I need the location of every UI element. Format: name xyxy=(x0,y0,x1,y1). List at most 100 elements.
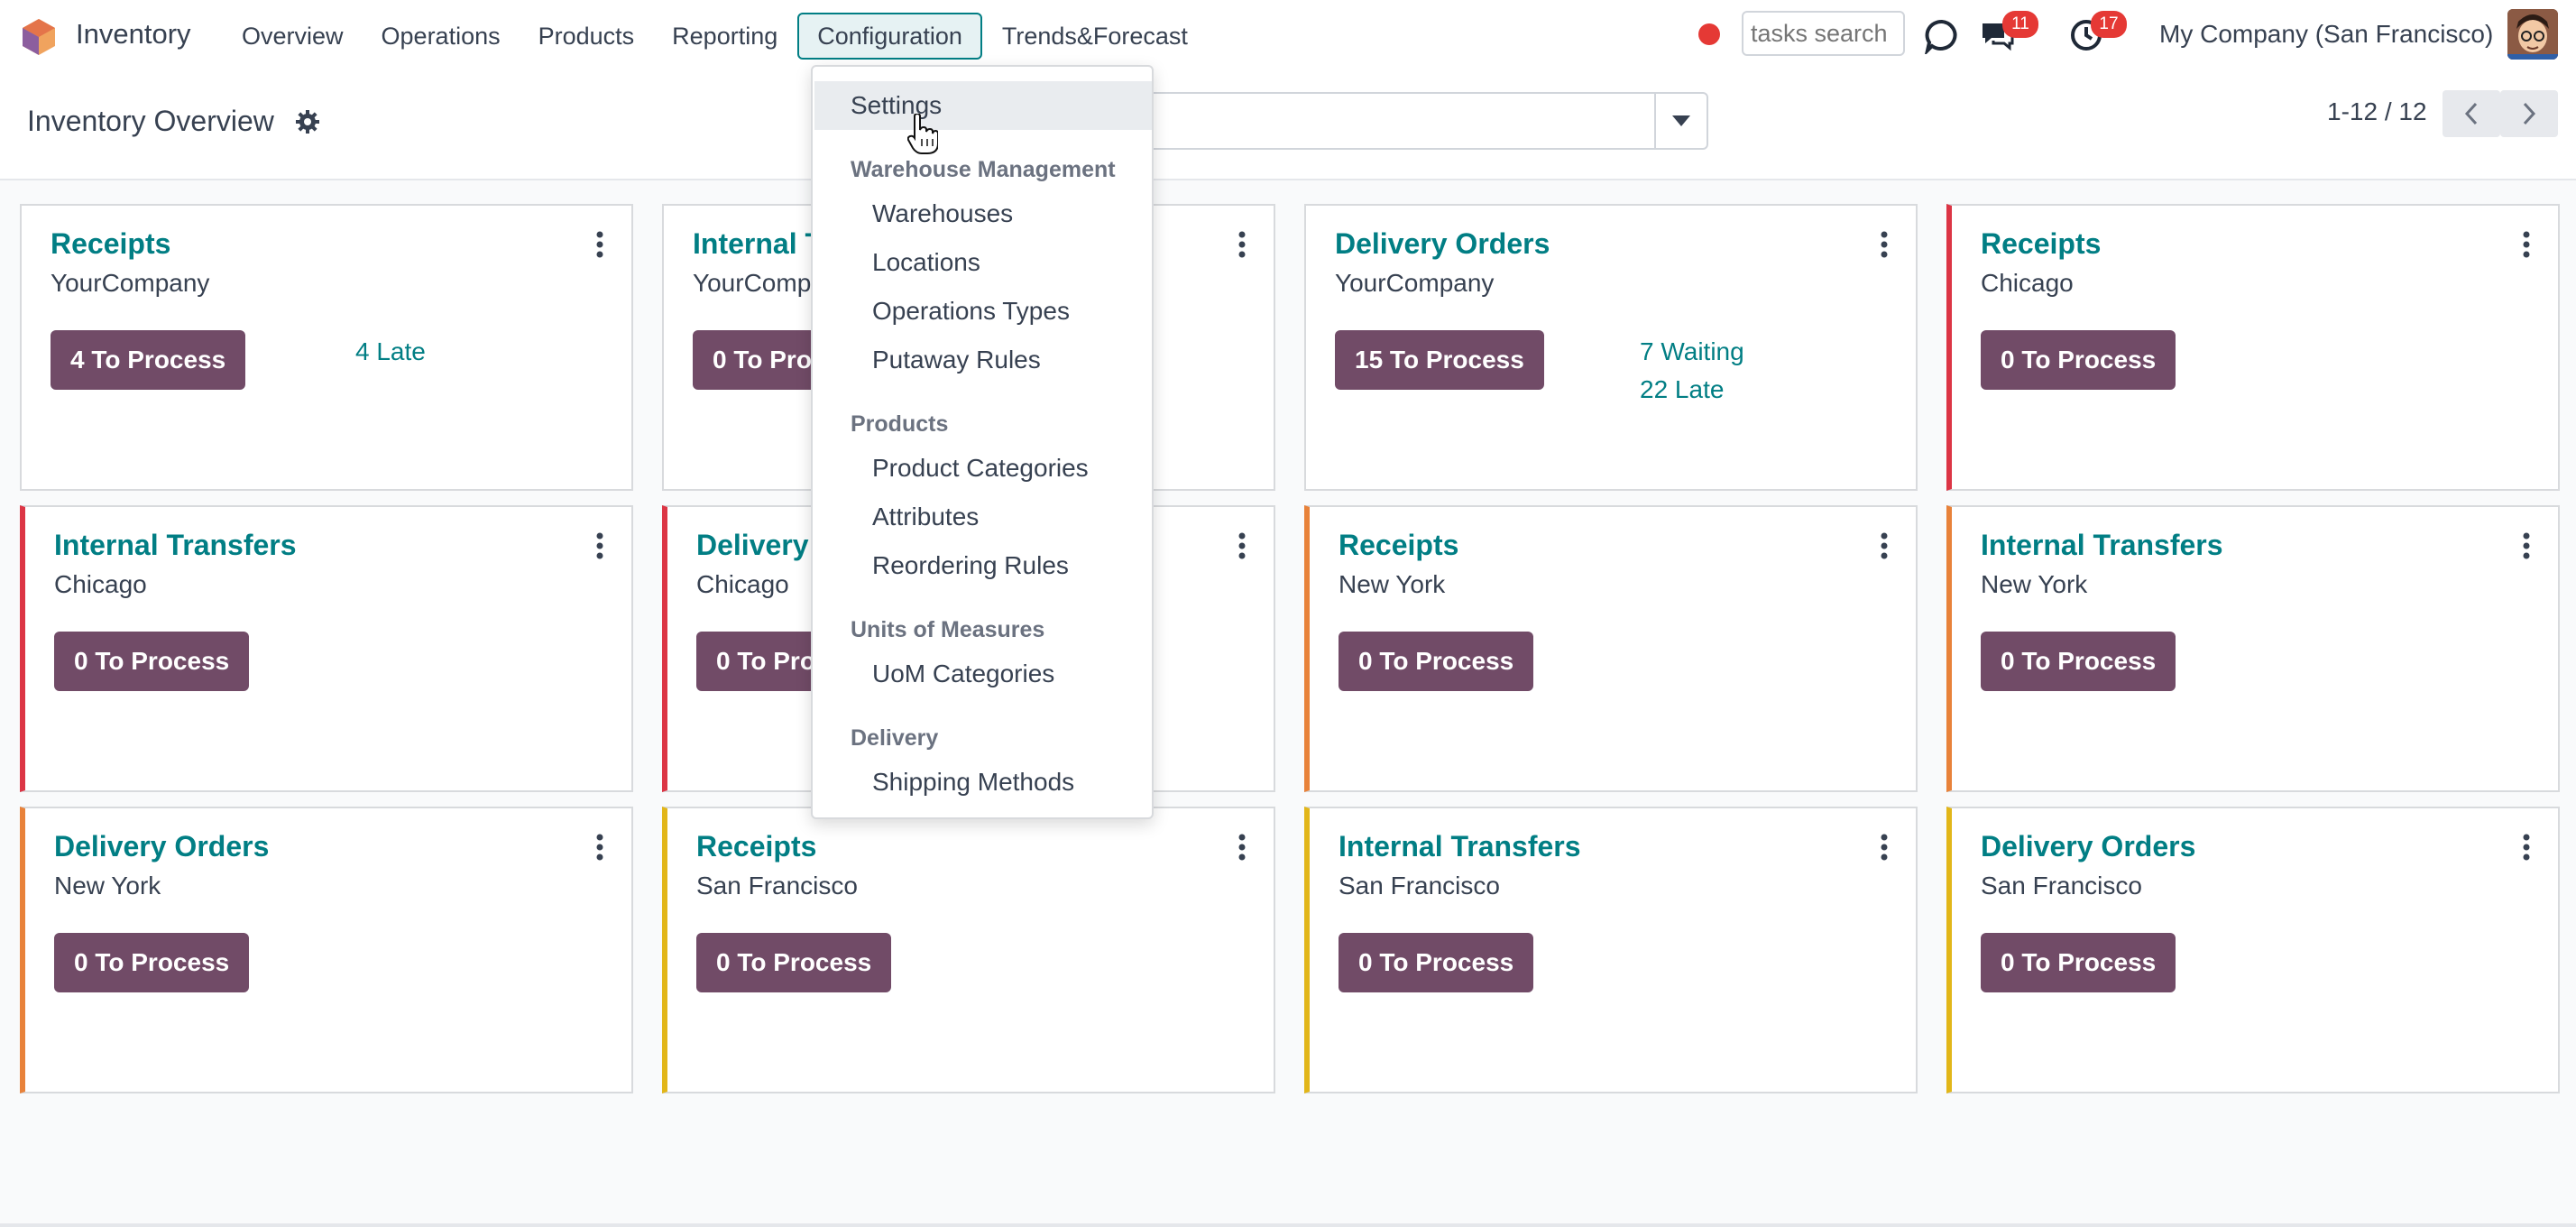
search-options-toggle[interactable] xyxy=(1654,92,1708,150)
card-title[interactable]: Receipts xyxy=(51,227,170,261)
card-warehouse: YourCompany xyxy=(1335,269,1495,297)
control-panel: Inventory Overview 1-12 / 12 xyxy=(0,72,2576,180)
card-title[interactable]: Delivery Orders xyxy=(54,830,269,863)
card-warehouse: Chicago xyxy=(696,570,789,598)
recording-indicator-icon[interactable] xyxy=(1698,23,1720,45)
app-name[interactable]: Inventory xyxy=(76,18,191,51)
search-input[interactable] xyxy=(1082,92,1656,150)
chevron-right-icon xyxy=(2523,102,2536,125)
card-warehouse: New York xyxy=(1339,570,1446,598)
pager-previous-button[interactable] xyxy=(2443,90,2500,137)
dropdown-item-shipping-methods[interactable]: Shipping Methods xyxy=(814,758,1152,807)
kebab-menu-icon[interactable] xyxy=(595,231,604,258)
dropdown-header-warehouse-management: Warehouse Management xyxy=(851,157,1116,182)
menu-overview[interactable]: Overview xyxy=(224,13,362,60)
card-warehouse: San Francisco xyxy=(1981,872,2142,899)
to-process-button[interactable]: 0 To Process xyxy=(1339,632,1534,691)
dropdown-item-product-categories[interactable]: Product Categories xyxy=(814,444,1152,493)
menu-configuration[interactable]: Configuration xyxy=(797,13,982,60)
activities-count-badge: 17 xyxy=(2091,11,2127,38)
operation-card[interactable]: Delivery Orders New York 0 To Process xyxy=(20,807,633,1093)
dropdown-item-reordering-rules[interactable]: Reordering Rules xyxy=(814,541,1152,590)
kebab-menu-icon[interactable] xyxy=(1880,532,1889,559)
page-title: Inventory Overview xyxy=(27,105,274,137)
card-warehouse: New York xyxy=(1981,570,2088,598)
kebab-menu-icon[interactable] xyxy=(2522,532,2531,559)
card-title[interactable]: Delivery Orders xyxy=(1981,830,2195,863)
late-link[interactable]: 4 Late xyxy=(355,337,426,366)
gear-icon[interactable] xyxy=(294,108,321,135)
kebab-menu-icon[interactable] xyxy=(595,532,604,559)
discuss-icon[interactable] xyxy=(1924,18,1960,54)
operation-card[interactable]: Internal Transfers New York 0 To Process xyxy=(1946,505,2560,792)
to-process-button[interactable]: 4 To Process xyxy=(51,330,246,390)
to-process-button[interactable]: 0 To Process xyxy=(1981,632,2176,691)
card-title[interactable]: Receipts xyxy=(1339,529,1458,562)
menu-trends-forecast[interactable]: Trends&Forecast xyxy=(984,13,1206,60)
kebab-menu-icon[interactable] xyxy=(595,834,604,861)
to-process-button[interactable]: 0 To Process xyxy=(1339,933,1534,992)
kebab-menu-icon[interactable] xyxy=(1237,532,1247,559)
kebab-menu-icon[interactable] xyxy=(2522,834,2531,861)
to-process-button[interactable]: 0 To Process xyxy=(54,933,250,992)
operation-card[interactable]: Receipts San Francisco 0 To Process xyxy=(662,807,1275,1093)
card-warehouse: New York xyxy=(54,872,161,899)
caret-down-icon xyxy=(1672,115,1690,126)
hand-pointer-cursor-icon xyxy=(907,114,938,154)
card-title[interactable]: Receipts xyxy=(1981,227,2101,261)
messages-count-badge: 11 xyxy=(2002,11,2038,38)
company-switcher[interactable]: My Company (San Francisco) xyxy=(2159,20,2493,49)
dropdown-item-attributes[interactable]: Attributes xyxy=(814,493,1152,541)
to-process-button[interactable]: 15 To Process xyxy=(1335,330,1544,390)
dropdown-item-locations[interactable]: Locations xyxy=(814,238,1152,287)
pager-next-button[interactable] xyxy=(2500,90,2558,137)
bottom-divider xyxy=(0,1223,2576,1227)
kebab-menu-icon[interactable] xyxy=(1880,834,1889,861)
dropdown-item-uom-categories[interactable]: UoM Categories xyxy=(814,650,1152,698)
chevron-left-icon xyxy=(2464,102,2478,125)
operation-card[interactable]: Receipts Chicago 0 To Process xyxy=(1946,204,2560,491)
card-warehouse: San Francisco xyxy=(696,872,858,899)
top-navbar: Inventory Overview Operations Products R… xyxy=(0,0,2576,72)
kebab-menu-icon[interactable] xyxy=(1880,231,1889,258)
dropdown-item-warehouses[interactable]: Warehouses xyxy=(814,189,1152,238)
to-process-button[interactable]: 0 To Process xyxy=(1981,330,2176,390)
dropdown-item-settings[interactable]: Settings xyxy=(814,81,1152,130)
configuration-dropdown: Settings Warehouse Management Warehouses… xyxy=(811,65,1154,819)
dropdown-header-units-of-measures: Units of Measures xyxy=(851,617,1045,642)
operation-card[interactable]: Internal Transfers San Francisco 0 To Pr… xyxy=(1304,807,1918,1093)
pager-value[interactable]: 1-12 / 12 xyxy=(2327,97,2427,126)
dropdown-header-products: Products xyxy=(851,411,949,437)
operation-card[interactable]: Internal Transfers Chicago 0 To Process xyxy=(20,505,633,792)
card-warehouse: Chicago xyxy=(1981,269,2074,297)
tasks-search-input[interactable] xyxy=(1742,11,1905,56)
dropdown-header-delivery: Delivery xyxy=(851,725,939,751)
card-title[interactable]: Receipts xyxy=(696,830,816,863)
menu-operations[interactable]: Operations xyxy=(363,13,519,60)
to-process-button[interactable]: 0 To Process xyxy=(54,632,250,691)
card-warehouse: YourCompany xyxy=(51,269,210,297)
waiting-link[interactable]: 7 Waiting xyxy=(1640,337,1744,366)
operation-card[interactable]: Receipts New York 0 To Process xyxy=(1304,505,1918,792)
user-avatar-icon xyxy=(2507,9,2558,60)
to-process-button[interactable]: 0 To Process xyxy=(696,933,892,992)
operation-card[interactable]: Delivery Orders San Francisco 0 To Proce… xyxy=(1946,807,2560,1093)
to-process-button[interactable]: 0 To Process xyxy=(1981,933,2176,992)
menu-reporting[interactable]: Reporting xyxy=(654,13,796,60)
card-warehouse: Chicago xyxy=(54,570,147,598)
menu-products[interactable]: Products xyxy=(520,13,653,60)
card-title[interactable]: Internal Transfers xyxy=(1981,529,2223,562)
card-title[interactable]: Internal Transfers xyxy=(1339,830,1581,863)
kebab-menu-icon[interactable] xyxy=(2522,231,2531,258)
operation-card[interactable]: Receipts YourCompany 4 To Process 4 Late xyxy=(20,204,633,491)
late-link[interactable]: 22 Late xyxy=(1640,375,1724,404)
card-title[interactable]: Delivery Orders xyxy=(1335,227,1550,261)
kebab-menu-icon[interactable] xyxy=(1237,834,1247,861)
kebab-menu-icon[interactable] xyxy=(1237,231,1247,258)
operation-card[interactable]: Delivery Orders YourCompany 15 To Proces… xyxy=(1304,204,1918,491)
dropdown-item-operations-types[interactable]: Operations Types xyxy=(814,287,1152,336)
inventory-app-logo-icon[interactable] xyxy=(20,18,58,56)
dropdown-item-putaway-rules[interactable]: Putaway Rules xyxy=(814,336,1152,384)
user-avatar[interactable] xyxy=(2507,9,2558,60)
card-title[interactable]: Internal Transfers xyxy=(54,529,297,562)
